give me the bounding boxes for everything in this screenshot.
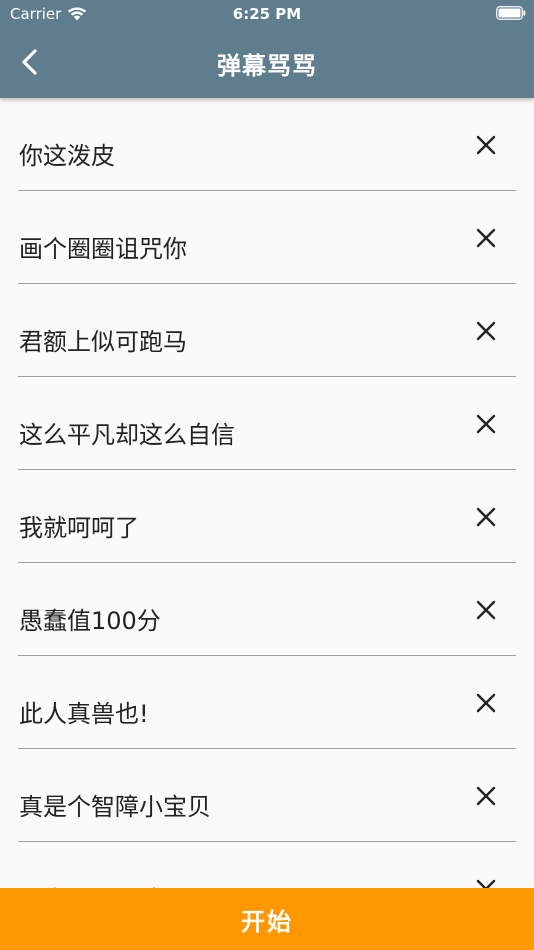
list-item-text: 真是个智障小宝贝 [19,793,211,821]
delete-button[interactable] [472,782,500,810]
close-icon [476,321,496,341]
list-item: 愚蠢值100分 [18,563,516,656]
list-item: 这么平凡却这么自信 [18,377,516,470]
list-item-text: 要点不可语达 [19,880,163,888]
start-button[interactable]: 开始 [0,888,534,950]
status-bar: Carrier 6:25 PM [0,0,534,28]
delete-button[interactable] [472,596,500,624]
screen: Carrier 6:25 PM 弹幕骂骂 你这泼皮 画个圈圈诅咒你 君额上似可跑… [0,0,534,950]
list-item: 画个圈圈诅咒你 [18,191,516,284]
close-icon [476,414,496,434]
close-icon [476,786,496,806]
list-item: 我就呵呵了 [18,470,516,563]
delete-button[interactable] [472,317,500,345]
list-item-text: 愚蠢值100分 [19,607,161,635]
delete-button[interactable] [472,875,500,888]
delete-button[interactable] [472,410,500,438]
close-icon [476,228,496,248]
delete-button[interactable] [472,503,500,531]
close-icon [476,879,496,888]
delete-button[interactable] [472,131,500,159]
list-item-text: 你这泼皮 [19,142,115,170]
insult-list[interactable]: 你这泼皮 画个圈圈诅咒你 君额上似可跑马 这么平凡却这么自信 我就呵呵了 愚蠢值… [0,98,534,888]
app-bar: Carrier 6:25 PM 弹幕骂骂 [0,0,534,98]
list-item-text: 这么平凡却这么自信 [19,421,235,449]
close-icon [476,507,496,527]
page-title: 弹幕骂骂 [217,52,317,80]
list-item: 你这泼皮 [18,98,516,191]
delete-button[interactable] [472,224,500,252]
list-item: 君额上似可跑马 [18,284,516,377]
nav-bar: 弹幕骂骂 [0,28,534,98]
close-icon [476,600,496,620]
list-item: 要点不可语达 [18,842,516,888]
list-item-text: 我就呵呵了 [19,514,139,542]
status-time: 6:25 PM [232,5,302,23]
close-icon [476,693,496,713]
list-item: 真是个智障小宝贝 [18,749,516,842]
delete-button[interactable] [472,689,500,717]
battery-icon [496,6,526,20]
list-item-text: 画个圈圈诅咒你 [19,235,187,263]
list-item: 此人真兽也! [18,656,516,749]
list-item-text: 君额上似可跑马 [19,328,187,356]
list-item-text: 此人真兽也! [19,700,149,728]
close-icon [476,135,496,155]
